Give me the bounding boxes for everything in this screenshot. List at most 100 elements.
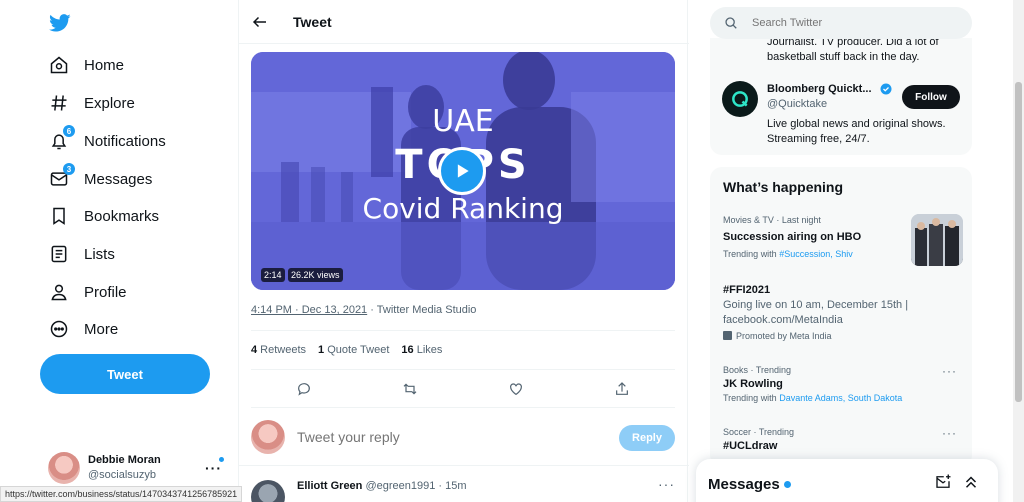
- nav-item-more[interactable]: More: [48, 314, 118, 344]
- chevron-double-up-icon[interactable]: [962, 473, 980, 491]
- trend-item[interactable]: Soccer · Trending #UCLdraw ···: [723, 426, 963, 454]
- envelope-icon: 3: [48, 163, 75, 190]
- tweet-timestamp[interactable]: 4:14 PM · Dec 13, 2021: [251, 304, 367, 316]
- trend-name: #FFI2021: [723, 284, 771, 296]
- unread-dot: [783, 480, 791, 488]
- notification-badge: 6: [63, 125, 75, 137]
- tweet-stats: 4 Retweets 1 Quote Tweet 16 Likes: [251, 330, 675, 370]
- trend-thumbnail-image: [911, 214, 963, 266]
- trend-category: Books · Trending: [723, 365, 792, 375]
- video-duration: 2:14: [261, 268, 285, 282]
- nav-label: Explore: [84, 94, 135, 112]
- like-icon[interactable]: [508, 381, 524, 397]
- messages-drawer[interactable]: Messages: [696, 459, 998, 502]
- main-header: Tweet: [239, 0, 689, 44]
- account-bio: Live global news and original shows. Str…: [767, 118, 946, 145]
- video-overlay-text: UAE: [432, 104, 494, 139]
- person-icon: [48, 281, 70, 303]
- tweet-actions: [251, 370, 675, 408]
- tweet-meta: 4:14 PM · Dec 13, 2021 · Twitter Media S…: [251, 304, 476, 316]
- account-name[interactable]: Bloomberg Quickt...: [767, 83, 872, 95]
- search-icon: [725, 17, 737, 29]
- retweets-stat[interactable]: 4 Retweets: [251, 344, 306, 356]
- account-switcher[interactable]: Debbie Moran @socialsuzyb ···: [48, 448, 228, 488]
- hashtag-icon: [48, 92, 70, 114]
- account-name: Debbie Moran: [88, 454, 161, 466]
- tweet-source: · Twitter Media Studio: [367, 304, 477, 316]
- messages-drawer-title: Messages: [708, 475, 780, 493]
- promoted-label: Promoted by Meta India: [736, 331, 832, 341]
- more-horizontal-icon[interactable]: ···: [942, 426, 957, 440]
- new-message-icon[interactable]: [934, 473, 952, 491]
- search-input[interactable]: [752, 17, 952, 29]
- video-views: 26.2K views: [288, 268, 343, 282]
- quicktake-logo: [722, 81, 758, 117]
- nav-label: Home: [84, 56, 125, 74]
- tweet-button[interactable]: Tweet: [40, 354, 210, 394]
- promoted-trend[interactable]: #FFI2021 Going live on 10 am, December 1…: [723, 282, 963, 343]
- reply-author-name: Elliott Green: [297, 480, 363, 492]
- reply-button[interactable]: Reply: [619, 425, 675, 451]
- account-handle: @Quicktake: [767, 98, 828, 110]
- play-button[interactable]: [438, 147, 486, 195]
- more-horizontal-icon[interactable]: ···: [942, 364, 957, 378]
- trend-name: JK Rowling: [723, 378, 783, 390]
- follow-button[interactable]: Follow: [902, 85, 960, 109]
- trend-item[interactable]: Movies & TV · Last night Succession airi…: [723, 214, 963, 266]
- promoted-icon: [723, 331, 732, 340]
- nav-item-messages[interactable]: 3 Messages: [48, 163, 153, 194]
- bell-icon: 6: [48, 125, 75, 152]
- reply-tweet[interactable]: Elliott Green @egreen1991 · 15m ···: [239, 474, 689, 502]
- list-icon: [48, 243, 70, 265]
- nav-label: More: [84, 320, 119, 338]
- page-title: Tweet: [293, 13, 332, 30]
- search-box[interactable]: [710, 7, 972, 39]
- reply-icon[interactable]: [296, 381, 312, 397]
- avatar: [48, 452, 80, 484]
- reply-input[interactable]: [297, 428, 597, 445]
- video-player[interactable]: UAE TOPS Covid Ranking 2:14 26.2K views: [251, 52, 675, 290]
- twitter-logo-icon[interactable]: [48, 12, 72, 34]
- nav-label: Bookmarks: [84, 207, 160, 225]
- avatar: [251, 480, 285, 502]
- nav-label: Lists: [84, 245, 115, 263]
- previous-account-bio: Journalist. TV producer. Did a lot of ba…: [767, 38, 939, 63]
- retweet-icon[interactable]: [402, 381, 418, 397]
- reply-author-handle: @egreen1991 · 15m: [365, 480, 467, 492]
- trend-links[interactable]: #Succession, Shiv: [779, 249, 853, 259]
- more-circle-icon: [48, 318, 70, 340]
- nav-item-profile[interactable]: Profile: [48, 277, 127, 307]
- back-arrow-icon[interactable]: [251, 13, 269, 31]
- messages-badge: 3: [63, 163, 75, 175]
- trend-item[interactable]: Books · Trending JK Rowling Trending wit…: [723, 364, 963, 405]
- nav-label: Profile: [84, 283, 127, 301]
- quotes-stat[interactable]: 1 Quote Tweet: [318, 344, 389, 356]
- reply-composer: Reply: [239, 408, 689, 466]
- main-column: Tweet UAE TOPS Covid Ranking 2:14 26.2K …: [238, 0, 689, 502]
- left-navigation: Home Explore 6 Notifications 3 Messages …: [0, 0, 238, 502]
- nav-item-bookmarks[interactable]: Bookmarks: [48, 201, 159, 231]
- more-horizontal-icon[interactable]: ···: [658, 476, 675, 492]
- share-icon[interactable]: [614, 381, 630, 397]
- scrollbar[interactable]: [1013, 0, 1024, 502]
- trend-description: Going live on 10 am, December 15th | fac…: [723, 299, 909, 326]
- nav-item-explore[interactable]: Explore: [48, 88, 135, 118]
- home-icon: [48, 54, 70, 76]
- nav-item-lists[interactable]: Lists: [48, 239, 115, 269]
- section-title: What’s happening: [723, 179, 844, 195]
- nav-item-home[interactable]: Home: [48, 50, 124, 80]
- account-handle: @socialsuzyb: [88, 469, 157, 481]
- scrollbar-thumb[interactable]: [1015, 82, 1022, 402]
- verified-badge-icon: [880, 83, 892, 95]
- trend-category: Soccer · Trending: [723, 427, 795, 437]
- likes-stat[interactable]: 16 Likes: [401, 344, 442, 356]
- nav-item-notifications[interactable]: 6 Notifications: [48, 125, 166, 156]
- bookmark-icon: [48, 205, 70, 227]
- trend-name: #UCLdraw: [723, 440, 778, 452]
- trend-links[interactable]: Davante Adams, South Dakota: [779, 393, 902, 403]
- nav-label: Messages: [84, 170, 153, 188]
- status-bar-url: https://twitter.com/business/status/1470…: [0, 486, 243, 502]
- nav-label: Notifications: [84, 132, 166, 150]
- play-icon: [457, 164, 469, 178]
- trend-thumbnail: [911, 214, 963, 266]
